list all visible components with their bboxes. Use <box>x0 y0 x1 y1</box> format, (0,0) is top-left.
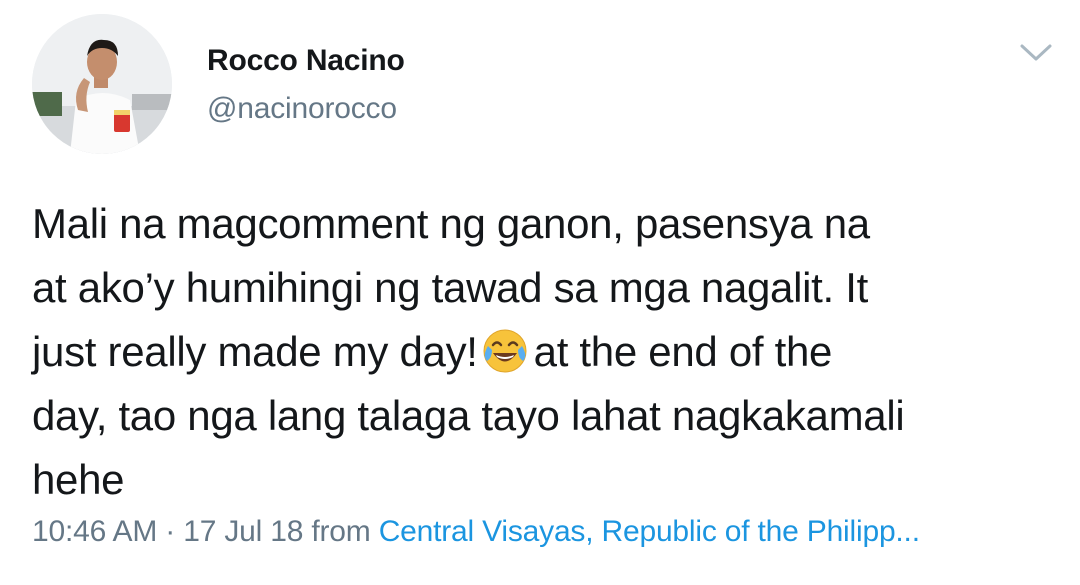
tweet-time[interactable]: 10:46 AM <box>32 515 157 548</box>
tweet-date[interactable]: 17 Jul 18 <box>183 515 303 548</box>
tweet-meta: 10:46 AM · 17 Jul 18 from Central Visaya… <box>32 515 920 549</box>
author-name[interactable]: Rocco Nacino <box>207 44 405 78</box>
tweet-text: Mali na magcomment ng ganon, pasensya na… <box>32 192 1052 512</box>
tweet-line: hehe <box>32 456 125 503</box>
tweet-line: just really made my day! <box>32 328 478 375</box>
location-link[interactable]: Central Visayas, Republic of the Philipp… <box>379 515 920 548</box>
face-with-tears-of-joy-icon <box>482 328 528 374</box>
tweet-line: at ako’y humihingi ng tawad sa mga nagal… <box>32 264 869 311</box>
tweet-card: Rocco Nacino @nacinorocco Mali na magcom… <box>0 0 1080 585</box>
tweet-line: Mali na magcomment ng ganon, pasensya na <box>32 200 870 247</box>
meta-separator: · <box>165 515 176 548</box>
from-label: from <box>311 515 371 548</box>
avatar[interactable] <box>32 14 172 154</box>
author-handle[interactable]: @nacinorocco <box>207 92 397 126</box>
tweet-line: day, tao nga lang talaga tayo lahat nagk… <box>32 392 905 439</box>
chevron-down-icon[interactable] <box>1016 38 1056 68</box>
tweet-line: at the end of the <box>533 328 833 375</box>
